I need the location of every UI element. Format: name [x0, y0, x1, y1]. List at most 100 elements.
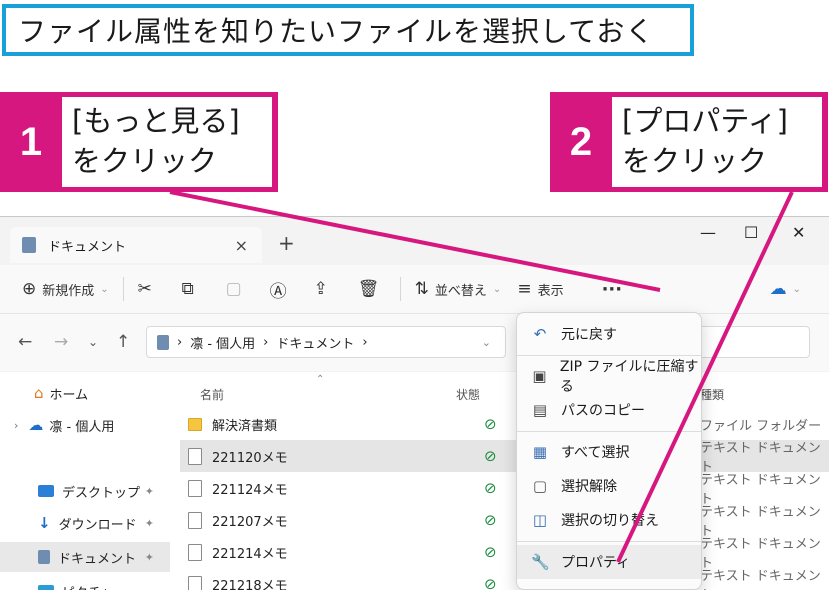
plus-circle-icon: ⊕ — [22, 279, 37, 299]
menu-item-copy-path[interactable]: ▤ パスのコピー — [517, 393, 701, 427]
wrench-icon: 🔧 — [531, 553, 550, 571]
view-button[interactable]: ≡ 表示 — [509, 273, 571, 305]
chevron-right-icon: › — [14, 418, 19, 432]
menu-item-undo[interactable]: ↶ 元に戻す — [517, 317, 701, 351]
file-name: 解決済書類 — [212, 418, 278, 434]
share-button[interactable]: ⇪ — [306, 273, 350, 305]
copy-button[interactable]: ⧉ — [174, 273, 218, 305]
file-row[interactable]: 221214メモ ⊘ テキスト ドキュメント — [180, 536, 829, 571]
callout-2-text: [プロパティ] をクリック — [612, 97, 822, 187]
callout-1-line2: をクリック — [72, 144, 218, 178]
file-name: 221218メモ — [212, 578, 288, 590]
sidebar-item-documents[interactable]: ドキュメント ✦ — [0, 542, 170, 572]
file-name: 221120メモ — [212, 450, 288, 466]
back-arrow-icon[interactable]: ← — [18, 332, 32, 352]
home-icon: ⌂ — [34, 384, 44, 402]
address-dropdown-icon[interactable]: ⌄ — [482, 336, 491, 349]
file-type: テキスト ドキュメント — [700, 569, 821, 590]
up-arrow-icon[interactable]: ↑ — [116, 332, 130, 352]
sidebar-item-label: ピクチャ — [62, 582, 114, 590]
content-pane: ⌂ ホーム › ☁ 凛 - 個人用 デスクトップ ✦ ↓ ダウンロード ✦ ドキ… — [0, 372, 829, 590]
sort-icon: ⇅ — [414, 279, 429, 299]
explorer-window: ドキュメント × + — ☐ ✕ ⊕ 新規作成 ⌄ ✂ ⧉ ▢ Ⓐ ⇪ 🗑 ⇅ … — [0, 216, 829, 590]
paste-icon: ▢ — [225, 279, 242, 299]
share-icon: ⇪ — [313, 279, 328, 299]
breadcrumb-sep: › — [263, 334, 269, 350]
text-file-icon — [188, 511, 202, 529]
navigation-pane: ⌂ ホーム › ☁ 凛 - 個人用 デスクトップ ✦ ↓ ダウンロード ✦ ドキ… — [0, 372, 170, 590]
document-icon — [38, 550, 50, 564]
maximize-button[interactable]: ☐ — [744, 223, 758, 242]
breadcrumb-item[interactable]: 凛 - 個人用 — [190, 333, 255, 352]
view-icon: ≡ — [517, 279, 532, 299]
chevron-down-icon: ⌄ — [792, 283, 801, 295]
menu-item-select-none[interactable]: ▢ 選択解除 — [517, 469, 701, 503]
sort-label: 並べ替え — [434, 283, 487, 299]
sidebar-item-downloads[interactable]: ↓ ダウンロード ✦ — [0, 508, 170, 538]
cut-button[interactable]: ✂ — [130, 273, 174, 305]
sidebar-item-label: デスクトップ — [62, 485, 141, 501]
new-button[interactable]: ⊕ 新規作成 ⌄ — [14, 273, 117, 305]
callout-1-number: 1 — [19, 119, 43, 164]
file-type: ファイル フォルダー — [700, 418, 822, 434]
sidebar-item-label: ドキュメント — [58, 551, 137, 567]
sidebar-item-label: ダウンロード — [58, 517, 137, 533]
scissors-icon: ✂ — [137, 279, 152, 299]
file-row-selected[interactable]: 221120メモ ⊘ テキスト ドキュメント — [180, 440, 829, 475]
divider — [399, 277, 401, 301]
sidebar-item-desktop[interactable]: デスクトップ ✦ — [0, 476, 170, 506]
sort-button[interactable]: ⇅ 並べ替え ⌄ — [407, 273, 510, 305]
onedrive-button[interactable]: ☁ ⌄ — [762, 273, 809, 305]
text-file-icon — [188, 543, 202, 561]
document-tab-icon — [22, 237, 36, 253]
file-row[interactable]: 解決済書類 ⊘ ファイル フォルダー — [180, 408, 829, 440]
menu-item-label: 元に戻す — [561, 327, 617, 343]
callout-1-text: [もっと見る] をクリック — [62, 97, 272, 187]
paste-button[interactable]: ▢ — [218, 273, 262, 305]
sidebar-item-home[interactable]: ⌂ ホーム — [0, 378, 170, 408]
copy-icon: ⧉ — [181, 279, 194, 299]
file-row[interactable]: 221207メモ ⊘ テキスト ドキュメント — [180, 504, 829, 539]
tab-title: ドキュメント — [48, 239, 127, 255]
recent-chevron-icon[interactable]: ⌄ — [88, 335, 98, 349]
menu-item-properties[interactable]: 🔧 プロパティ — [517, 545, 701, 579]
forward-arrow-icon[interactable]: → — [54, 332, 68, 352]
sidebar-item-onedrive[interactable]: › ☁ 凛 - 個人用 — [0, 410, 170, 440]
pin-icon: ✦ — [144, 516, 154, 530]
document-folder-icon — [157, 334, 169, 350]
menu-item-label: ZIP ファイルに圧縮する — [559, 359, 699, 395]
text-file-icon — [188, 575, 202, 590]
menu-item-invert-selection[interactable]: ◫ 選択の切り替え — [517, 503, 701, 537]
menu-item-select-all[interactable]: ▦ すべて選択 — [517, 435, 701, 469]
breadcrumb-sep: › — [177, 334, 183, 350]
file-row[interactable]: 221124メモ ⊘ テキスト ドキュメント — [180, 472, 829, 507]
column-header-type[interactable]: 種類 — [700, 386, 724, 403]
rename-icon: Ⓐ — [269, 281, 287, 302]
file-name: 221124メモ — [212, 482, 288, 498]
text-file-icon — [188, 479, 202, 497]
address-bar[interactable]: › 凛 - 個人用 › ドキュメント › ⌄ — [146, 326, 506, 358]
rename-button[interactable]: Ⓐ — [262, 273, 306, 305]
callout-2-line1: [プロパティ] — [622, 104, 788, 138]
new-tab-button[interactable]: + — [278, 231, 295, 255]
file-name: 221214メモ — [212, 546, 288, 562]
more-options-menu: ↶ 元に戻す ▣ ZIP ファイルに圧縮する ▤ パスのコピー ▦ すべて選択 … — [516, 312, 702, 590]
folder-icon — [188, 417, 202, 431]
tab-documents[interactable]: ドキュメント × — [10, 227, 262, 263]
select-all-icon: ▦ — [532, 443, 548, 461]
column-header-status[interactable]: 状態 — [456, 386, 480, 403]
menu-item-zip[interactable]: ▣ ZIP ファイルに圧縮する — [517, 359, 701, 395]
sidebar-item-pictures[interactable]: ピクチャ — [0, 576, 170, 590]
command-bar: ⊕ 新規作成 ⌄ ✂ ⧉ ▢ Ⓐ ⇪ 🗑 ⇅ 並べ替え ⌄ ≡ 表示 ··· ☁… — [0, 265, 829, 313]
close-button[interactable]: ✕ — [792, 223, 805, 242]
callout-2-number: 2 — [569, 119, 593, 164]
file-row[interactable]: 221218メモ ⊘ テキスト ドキュメント — [180, 568, 829, 590]
undo-icon: ↶ — [533, 325, 547, 343]
more-button[interactable]: ··· — [594, 273, 631, 305]
minimize-button[interactable]: — — [700, 223, 716, 242]
breadcrumb-item[interactable]: ドキュメント — [276, 333, 354, 352]
pin-icon: ✦ — [144, 484, 154, 498]
column-header-name[interactable]: 名前 — [200, 386, 224, 403]
tab-close-icon[interactable]: × — [235, 236, 248, 255]
delete-button[interactable]: 🗑 — [350, 273, 394, 305]
